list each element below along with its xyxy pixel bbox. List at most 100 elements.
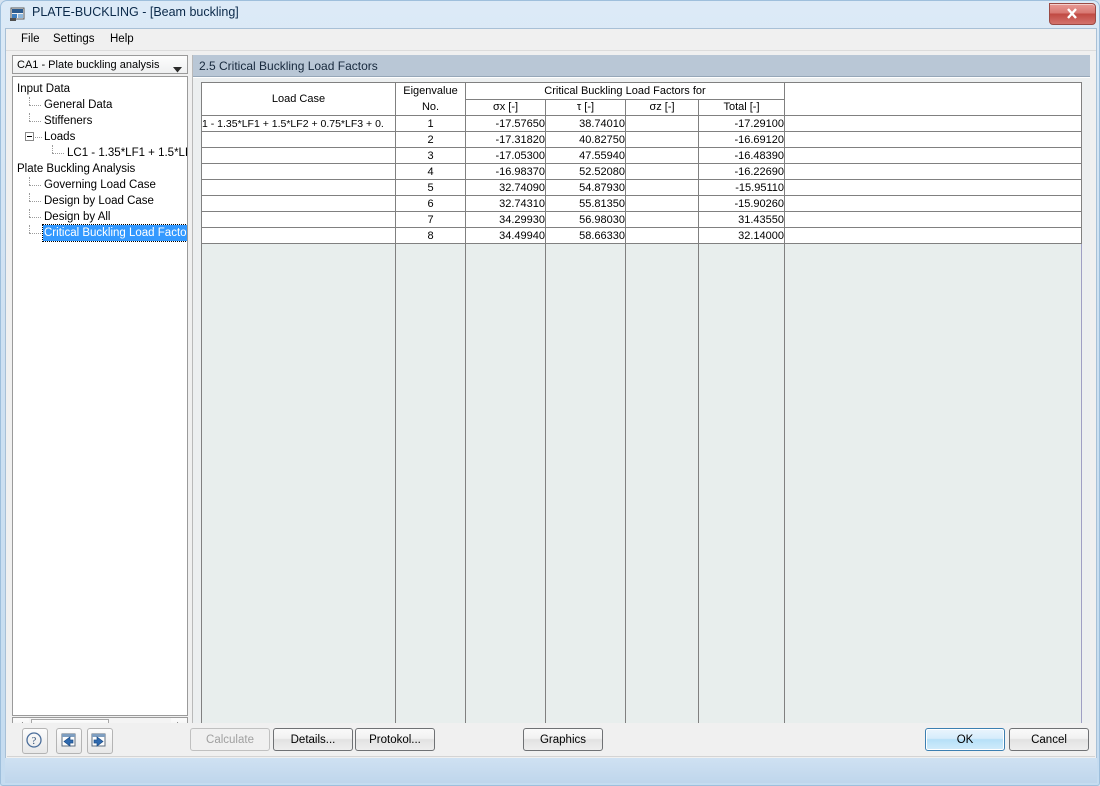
cell-tau[interactable]: 55.81350 xyxy=(545,195,626,212)
tree-item-general-data[interactable]: General Data xyxy=(13,97,187,113)
tree-item-governing-load-case[interactable]: Governing Load Case xyxy=(13,177,187,193)
cell-sigma-x[interactable]: -17.31820 xyxy=(465,131,546,148)
table-row[interactable]: 7 34.29930 56.98030 31.43550 xyxy=(201,211,1082,228)
cell-tau[interactable]: 52.52080 xyxy=(545,163,626,180)
menu-item-settings[interactable]: Settings xyxy=(46,32,102,47)
tree-item-design-by-all[interactable]: Design by All xyxy=(13,209,187,225)
cell-eigenvalue-no[interactable]: 8 xyxy=(395,227,466,244)
cell-load-case[interactable] xyxy=(201,163,396,180)
cell-load-case[interactable] xyxy=(201,179,396,196)
cell-load-case[interactable] xyxy=(201,211,396,228)
cell-sigma-x[interactable]: -16.98370 xyxy=(465,163,546,180)
cell-sigma-z[interactable] xyxy=(625,195,699,212)
cell-eigenvalue-no[interactable]: 4 xyxy=(395,163,466,180)
cell-tau[interactable]: 58.66330 xyxy=(545,227,626,244)
column-header-load-case[interactable]: Load Case xyxy=(201,82,396,116)
collapse-toggle-icon[interactable] xyxy=(25,132,34,141)
table-row[interactable]: 6 32.74310 55.81350 -15.90260 xyxy=(201,195,1082,212)
cell-load-case[interactable] xyxy=(201,227,396,244)
cell-tau[interactable]: 56.98030 xyxy=(545,211,626,228)
menu-item-file[interactable]: File xyxy=(14,32,47,47)
tree-connector xyxy=(52,145,53,153)
cancel-button[interactable]: Cancel xyxy=(1009,728,1089,751)
cell-sigma-z[interactable] xyxy=(625,227,699,244)
cell-sigma-x[interactable]: 34.29930 xyxy=(465,211,546,228)
details-button[interactable]: Details... xyxy=(273,728,353,751)
tree-item-label: Design by Load Case xyxy=(44,195,154,207)
cell-eigenvalue-no[interactable]: 3 xyxy=(395,147,466,164)
content-panel: 2.5 Critical Buckling Load Factors Load … xyxy=(192,55,1090,739)
table-row[interactable]: 1 - 1.35*LF1 + 1.5*LF2 + 0.75*LF3 + 0. 1-… xyxy=(201,115,1082,132)
cell-eigenvalue-no[interactable]: 6 xyxy=(395,195,466,212)
cell-sigma-z[interactable] xyxy=(625,115,699,132)
table-row[interactable]: 5 32.74090 54.87930 -15.95110 xyxy=(201,179,1082,196)
column-header-sigma-x[interactable]: σx [-] xyxy=(465,98,546,116)
column-header-total[interactable]: Total [-] xyxy=(698,98,785,116)
column-header-eigenvalue-line2[interactable]: No. xyxy=(395,99,466,116)
tree-connector xyxy=(29,177,30,185)
column-header-eigenvalue-line1[interactable]: Eigenvalue xyxy=(395,82,466,99)
cell-total[interactable]: -16.48390 xyxy=(698,147,785,164)
cell-eigenvalue-no[interactable]: 1 xyxy=(395,115,466,132)
cell-total[interactable]: 32.14000 xyxy=(698,227,785,244)
close-button[interactable] xyxy=(1049,3,1096,25)
tree-item-label: Design by All xyxy=(44,211,111,223)
cell-load-case[interactable] xyxy=(201,147,396,164)
cell-total[interactable]: 31.43550 xyxy=(698,211,785,228)
cell-total[interactable]: -15.90260 xyxy=(698,195,785,212)
navigator-dropdown[interactable]: CA1 - Plate buckling analysis xyxy=(12,55,188,74)
cell-eigenvalue-no[interactable]: 7 xyxy=(395,211,466,228)
cell-filler xyxy=(784,227,1082,244)
cell-load-case[interactable]: 1 - 1.35*LF1 + 1.5*LF2 + 0.75*LF3 + 0. xyxy=(201,115,396,132)
cell-tau[interactable]: 40.82750 xyxy=(545,131,626,148)
cell-total[interactable]: -17.29100 xyxy=(698,115,785,132)
table-row[interactable]: 3 -17.05300 47.55940 -16.48390 xyxy=(201,147,1082,164)
menu-item-help[interactable]: Help xyxy=(103,32,141,47)
column-header-group: Critical Buckling Load Factors for xyxy=(465,82,785,100)
cell-sigma-z[interactable] xyxy=(625,147,699,164)
table-row[interactable]: 2 -17.31820 40.82750 -16.69120 xyxy=(201,131,1082,148)
help-icon[interactable]: ? xyxy=(22,728,48,754)
cell-load-case[interactable] xyxy=(201,131,396,148)
cell-tau[interactable]: 47.55940 xyxy=(545,147,626,164)
cell-eigenvalue-no[interactable]: 2 xyxy=(395,131,466,148)
cell-sigma-x[interactable]: -17.05300 xyxy=(465,147,546,164)
navigation-tree[interactable]: Input Data General Data Stiffeners Loads… xyxy=(12,76,188,716)
next-icon[interactable] xyxy=(87,728,113,754)
tree-item-plate-buckling-analysis[interactable]: Plate Buckling Analysis xyxy=(13,161,187,177)
ok-button[interactable]: OK xyxy=(925,728,1005,751)
column-header-tau[interactable]: τ [-] xyxy=(545,98,626,116)
cell-eigenvalue-no[interactable]: 5 xyxy=(395,179,466,196)
cell-sigma-x[interactable]: 34.49940 xyxy=(465,227,546,244)
previous-icon[interactable] xyxy=(56,728,82,754)
calculate-button[interactable]: Calculate xyxy=(190,728,270,751)
tree-connector xyxy=(29,97,30,105)
tree-item-stiffeners[interactable]: Stiffeners xyxy=(13,113,187,129)
protokol-button[interactable]: Protokol... xyxy=(355,728,435,751)
table-row[interactable]: 4 -16.98370 52.52080 -16.22690 xyxy=(201,163,1082,180)
cell-total[interactable]: -15.95110 xyxy=(698,179,785,196)
cell-filler xyxy=(784,163,1082,180)
tree-item-input-data[interactable]: Input Data xyxy=(13,81,187,97)
cell-tau[interactable]: 54.87930 xyxy=(545,179,626,196)
cell-sigma-x[interactable]: 32.74090 xyxy=(465,179,546,196)
cell-total[interactable]: -16.69120 xyxy=(698,131,785,148)
cell-load-case[interactable] xyxy=(201,195,396,212)
cell-total[interactable]: -16.22690 xyxy=(698,163,785,180)
cell-tau[interactable]: 38.74010 xyxy=(545,115,626,132)
graphics-button[interactable]: Graphics xyxy=(523,728,603,751)
sidebar: CA1 - Plate buckling analysis Input Data… xyxy=(12,55,188,739)
tree-item-loads[interactable]: Loads xyxy=(13,129,187,145)
cell-sigma-x[interactable]: -17.57650 xyxy=(465,115,546,132)
table-row[interactable]: 8 34.49940 58.66330 32.14000 xyxy=(201,227,1082,244)
tree-connector xyxy=(29,233,41,234)
cell-sigma-z[interactable] xyxy=(625,211,699,228)
cell-sigma-z[interactable] xyxy=(625,163,699,180)
tree-item-lc1[interactable]: LC1 - 1.35*LF1 + 1.5*LF2 + xyxy=(13,145,187,161)
cell-sigma-z[interactable] xyxy=(625,131,699,148)
column-header-sigma-z[interactable]: σz [-] xyxy=(625,98,699,116)
tree-item-critical-buckling-load-factors[interactable]: Critical Buckling Load Factors xyxy=(13,224,187,242)
cell-sigma-z[interactable] xyxy=(625,179,699,196)
tree-item-design-by-load-case[interactable]: Design by Load Case xyxy=(13,193,187,209)
cell-sigma-x[interactable]: 32.74310 xyxy=(465,195,546,212)
